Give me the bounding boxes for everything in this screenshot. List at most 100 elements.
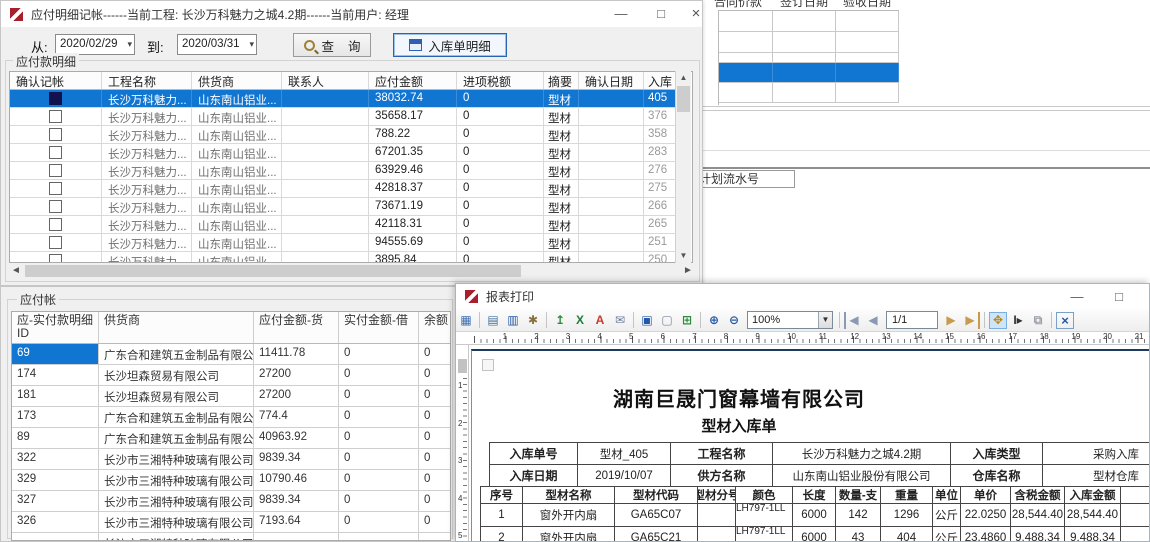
export-icon[interactable]: ↥ [551, 312, 569, 329]
confirm-checkbox[interactable] [49, 200, 62, 213]
table-row[interactable]: 174长沙坦森贸易有限公司2720000 [12, 365, 451, 386]
page-icon[interactable]: ▢ [658, 312, 676, 329]
table-row[interactable]: 长沙万科魅力...山东南山铝业...3895.840型材250 [10, 252, 678, 263]
page-number-field[interactable]: 1/1 [886, 311, 938, 329]
table-row[interactable]: 长沙万科魅力...山东南山铝业...42818.370型材275 [10, 180, 678, 198]
column-header: 库房库位 [1121, 487, 1149, 504]
from-date-combo[interactable]: 2020/02/29 ▾ [55, 34, 135, 55]
minimize-icon[interactable]: — [1062, 284, 1092, 310]
query-button[interactable]: 查 询 [293, 33, 371, 57]
column-header[interactable]: 确认日期 [579, 72, 644, 89]
confirm-checkbox[interactable] [49, 218, 62, 231]
save-icon[interactable]: ▣ [638, 312, 656, 329]
confirm-checkbox[interactable] [49, 128, 62, 141]
selected-row[interactable] [719, 63, 899, 83]
column-header[interactable]: 供货商 [192, 72, 282, 89]
ruler-number: 19 [1071, 332, 1080, 341]
minimize-icon[interactable]: — [606, 1, 636, 27]
zoom-out-icon[interactable]: ⊖ [725, 312, 743, 329]
confirm-checkbox[interactable] [49, 236, 62, 249]
maximize-icon[interactable]: □ [1104, 284, 1134, 310]
paid-cell: 0 [339, 407, 419, 427]
table-row[interactable]: 长沙万科魅力...山东南山铝业...35658.170型材376 [10, 108, 678, 126]
title-bar[interactable]: 报表打印 [456, 284, 1149, 309]
close-icon[interactable]: × [1142, 284, 1150, 310]
scroll-right-icon[interactable]: ► [681, 264, 695, 278]
confirm-checkbox[interactable] [49, 110, 62, 123]
column-header[interactable]: 进项税额 [457, 72, 544, 89]
design-icon[interactable]: ▦ [457, 312, 475, 329]
print-icon[interactable]: ▤ [484, 312, 502, 329]
table-row[interactable]: 长沙万科魅力...山东南山铝业...38032.740型材405 [10, 90, 678, 108]
column-header[interactable]: 联系人 [282, 72, 369, 89]
close-icon[interactable]: × [681, 1, 711, 27]
payable-cell: 11411.78 [254, 344, 339, 364]
pages-icon[interactable]: ⊞ [678, 312, 696, 329]
scroll-down-icon[interactable]: ▼ [676, 249, 691, 263]
confirm-checkbox[interactable] [49, 164, 62, 177]
column-header[interactable]: 工程名称 [102, 72, 192, 89]
book-icon[interactable]: ▥ [504, 312, 522, 329]
mail-icon[interactable]: ✉ [611, 312, 629, 329]
title-bar[interactable]: 应付明细记帐------当前工程: 长沙万科魅力之城4.2期------当前用户… [1, 1, 702, 27]
plan-serial-field[interactable]: 计划流水号 [698, 170, 795, 188]
scrollbar-thumb[interactable] [677, 86, 690, 112]
table-row[interactable]: 长沙万科魅力...山东南山铝业...67201.350型材283 [10, 144, 678, 162]
supplier-cell: 长沙市三湘特种玻璃有限公司 [99, 449, 254, 469]
to-date-combo[interactable]: 2020/03/31 ▾ [177, 34, 257, 55]
column-header[interactable]: 应付金额-货 [254, 312, 339, 343]
page-setup-icon[interactable]: ✱ [524, 312, 542, 329]
table-row[interactable]: 69广东合和建筑五金制品有限公司11411.7800 [12, 344, 451, 365]
balance-cell: 0 [419, 512, 451, 532]
info-value-cell: 山东南山铝业股份有限公司 [773, 465, 951, 487]
column-header[interactable]: 供货商 [99, 312, 254, 343]
table-row[interactable]: 长沙万科魅力...山东南山铝业...63929.460型材276 [10, 162, 678, 180]
chevron-down-icon[interactable]: ▼ [818, 312, 832, 328]
zoom-level-combo[interactable]: 100%▼ [747, 311, 833, 329]
column-header[interactable]: 确认记帐 [10, 72, 102, 89]
confirm-checkbox[interactable] [49, 146, 62, 159]
column-header[interactable]: 余额 [419, 312, 451, 343]
table-row[interactable]: 长沙万科魅力...山东南山铝业...788.220型材358 [10, 126, 678, 144]
scroll-left-icon[interactable]: ◄ [9, 264, 23, 278]
preview-area[interactable]: 湖南巨晟门窗幕墙有限公司 型材入库单 入库单号型材_405工程名称长沙万科魅力之… [469, 345, 1149, 541]
scrollbar-thumb[interactable] [25, 265, 521, 277]
table-row[interactable]: 89广东合和建筑五金制品有限公司40963.9200 [12, 428, 451, 449]
copy-icon[interactable]: ⧉ [1029, 312, 1047, 329]
payable-detail-window: 应付明细记帐------当前工程: 长沙万科魅力之城4.2期------当前用户… [0, 0, 703, 286]
table-row[interactable]: 长沙市三湘特种玻璃有限公司 [12, 533, 451, 541]
table-row[interactable]: 173广东合和建筑五金制品有限公司774.400 [12, 407, 451, 428]
zoom-in-icon[interactable]: ⊕ [705, 312, 723, 329]
vertical-scrollbar[interactable]: ▲ ▼ [675, 71, 691, 263]
inbound-detail-button[interactable]: 入库单明细 [393, 33, 507, 57]
confirm-checkbox[interactable] [49, 182, 62, 195]
scroll-up-icon[interactable]: ▲ [676, 71, 691, 85]
maximize-icon[interactable]: □ [646, 1, 676, 27]
hand-tool-icon[interactable]: ✥ [989, 312, 1007, 329]
close-preview-icon[interactable]: × [1056, 312, 1074, 329]
table-row[interactable]: 327长沙市三湘特种玻璃有限公司9839.3400 [12, 491, 451, 512]
column-header[interactable]: 摘要 [544, 72, 579, 89]
excel-icon[interactable]: X [571, 312, 589, 329]
confirm-checkbox[interactable] [49, 92, 62, 105]
column-header[interactable]: 入库 [644, 72, 678, 89]
pdf-icon[interactable]: A [591, 312, 609, 329]
column-header[interactable]: 实付金额-借 [339, 312, 419, 343]
text-select-icon[interactable]: I▸ [1009, 312, 1027, 329]
table-row[interactable]: 长沙万科魅力...山东南山铝业...42118.310型材265 [10, 216, 678, 234]
table-row[interactable]: 长沙万科魅力...山东南山铝业...94555.690型材251 [10, 234, 678, 252]
last-page-icon[interactable]: ▶ [962, 312, 980, 329]
confirm-date-cell [579, 234, 644, 251]
horizontal-scrollbar[interactable]: ◄ ► [9, 264, 695, 278]
column-header[interactable]: 应付金额 [369, 72, 457, 89]
table-row[interactable]: 长沙万科魅力...山东南山铝业...73671.190型材266 [10, 198, 678, 216]
table-row[interactable]: 181长沙坦森贸易有限公司2720000 [12, 386, 451, 407]
table-row[interactable]: 322长沙市三湘特种玻璃有限公司9839.3400 [12, 449, 451, 470]
first-page-icon[interactable]: ◀ [844, 312, 862, 329]
column-header[interactable]: 应-实付款明细ID [12, 312, 99, 343]
prev-page-icon[interactable]: ◀ [864, 312, 882, 329]
table-row[interactable]: 326长沙市三湘特种玻璃有限公司7193.6400 [12, 512, 451, 533]
table-row[interactable]: 329长沙市三湘特种玻璃有限公司10790.4600 [12, 470, 451, 491]
confirm-checkbox[interactable] [49, 254, 62, 263]
next-page-icon[interactable]: ▶ [942, 312, 960, 329]
